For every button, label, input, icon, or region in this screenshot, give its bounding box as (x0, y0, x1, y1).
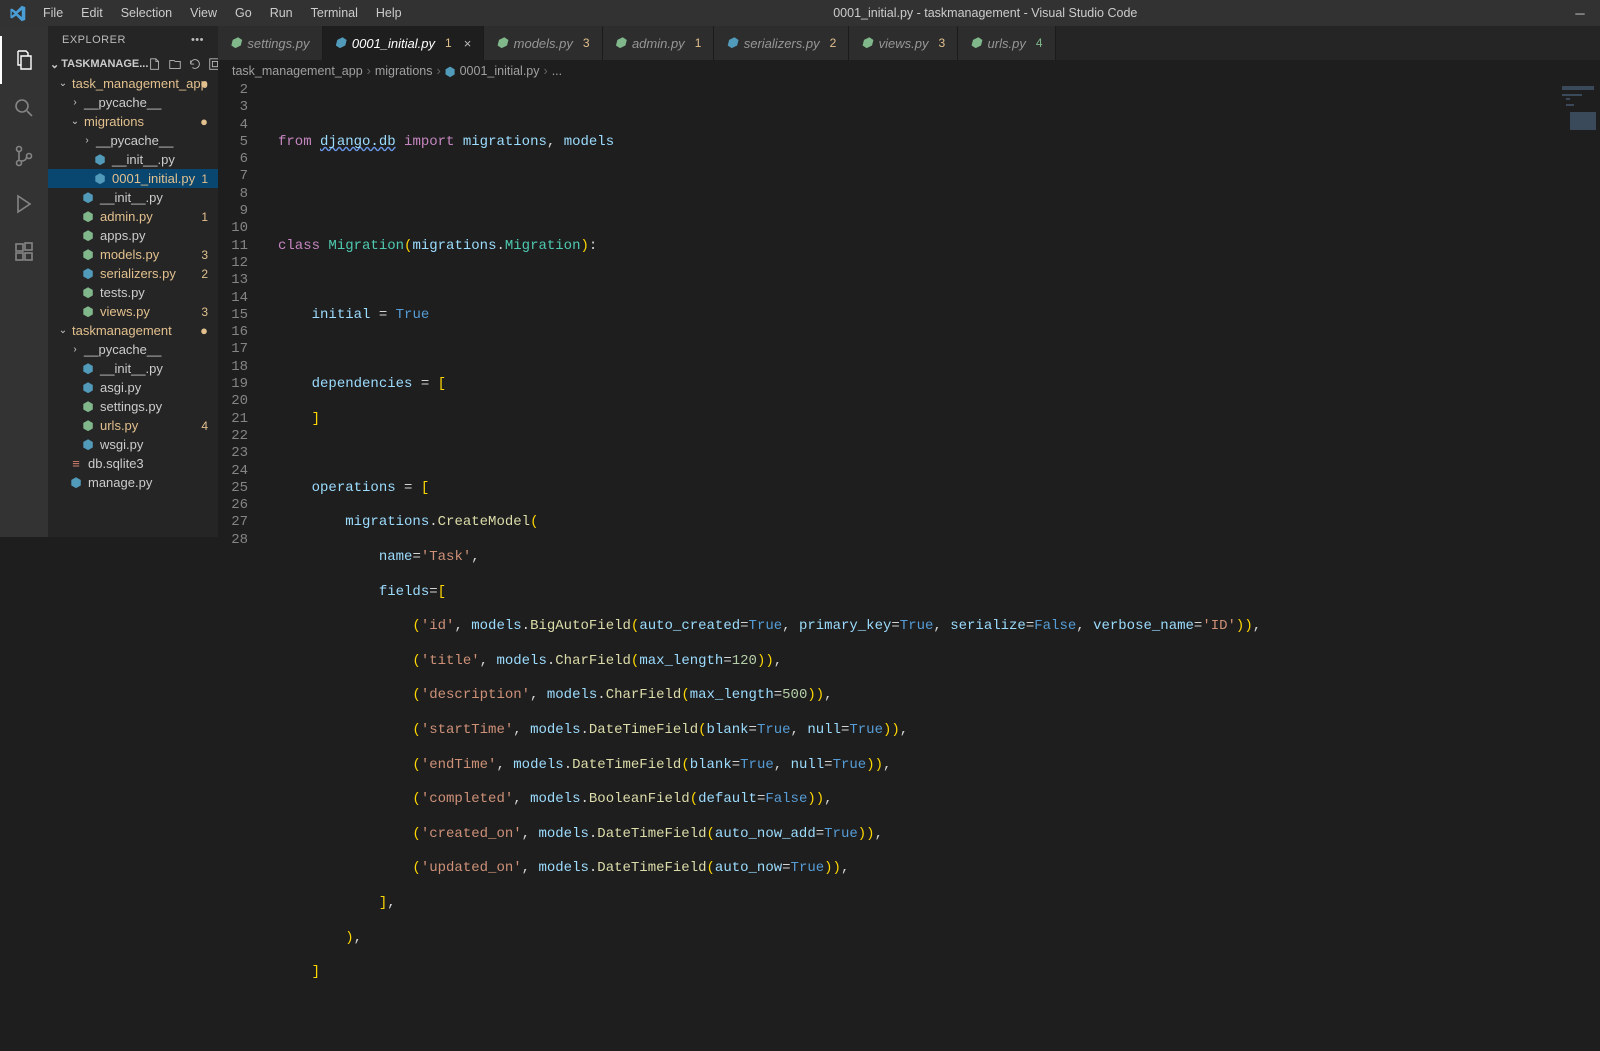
python-icon: ⬢ (726, 35, 737, 51)
menu-help[interactable]: Help (367, 6, 411, 20)
tree-file-admin[interactable]: ⬢admin.py1 (48, 207, 218, 226)
tab-serializers[interactable]: ⬢serializers.py2 (714, 26, 849, 60)
tree-folder-pycache[interactable]: ›__pycache__ (48, 131, 218, 150)
python-icon: ⬢ (80, 437, 96, 453)
activity-extensions-icon[interactable] (0, 228, 48, 276)
window-title: 0001_initial.py - taskmanagement - Visua… (411, 6, 1560, 20)
django-icon: ⬢ (80, 304, 96, 320)
django-icon: ⬢ (970, 35, 981, 51)
django-icon: ⬢ (80, 247, 96, 263)
activity-run-debug-icon[interactable] (0, 180, 48, 228)
menu-terminal[interactable]: Terminal (302, 6, 367, 20)
python-icon: ⬢ (68, 475, 84, 491)
code-lines[interactable]: from django.db import migrations, models… (278, 82, 1600, 1051)
python-icon: ⬢ (92, 171, 108, 187)
menu-edit[interactable]: Edit (72, 6, 112, 20)
menubar: File Edit Selection View Go Run Terminal… (34, 6, 411, 20)
window-minimize-icon[interactable]: ─ (1560, 6, 1600, 21)
sidebar-more-icon[interactable]: ••• (191, 34, 204, 46)
tree-file-init[interactable]: ⬢__init__.py (48, 150, 218, 169)
refresh-icon[interactable] (188, 57, 202, 71)
close-icon[interactable]: × (464, 36, 472, 51)
tree-file-asgi[interactable]: ⬢asgi.py (48, 378, 218, 397)
tab-bar: ⬢settings.py ⬢0001_initial.py1× ⬢models.… (218, 26, 1600, 60)
tree-file-tests[interactable]: ⬢tests.py (48, 283, 218, 302)
tree-folder-app[interactable]: ⌄task_management_app● (48, 74, 218, 93)
tree-folder-pycache[interactable]: ›__pycache__ (48, 340, 218, 359)
project-name: TASKMANAGE... (61, 58, 148, 70)
python-icon: ⬢ (80, 361, 96, 377)
line-gutter: 2345678910111213141516171819202122232425… (218, 82, 266, 549)
django-icon: ⬢ (80, 228, 96, 244)
tree-folder-taskmanagement[interactable]: ⌄taskmanagement● (48, 321, 218, 340)
django-icon: ⬢ (496, 35, 507, 51)
breadcrumb-part[interactable]: migrations (375, 64, 433, 78)
django-icon: ⬢ (615, 35, 626, 51)
sidebar: EXPLORER ••• ⌄ TASKMANAGE... ⌄task_manag… (48, 26, 218, 537)
tree-file-0001-initial[interactable]: ⬢0001_initial.py1 (48, 169, 218, 188)
menu-selection[interactable]: Selection (112, 6, 181, 20)
tab-urls[interactable]: ⬢urls.py4 (958, 26, 1055, 60)
vscode-logo-icon (0, 5, 34, 22)
modified-dot-icon: ● (200, 323, 208, 338)
python-icon: ⬢ (80, 380, 96, 396)
tree-file-settings[interactable]: ⬢settings.py (48, 397, 218, 416)
django-icon: ⬢ (80, 418, 96, 434)
tree-file-urls[interactable]: ⬢urls.py4 (48, 416, 218, 435)
tab-settings[interactable]: ⬢settings.py (218, 26, 323, 60)
breadcrumb[interactable]: task_management_app› migrations› ⬢ 0001_… (218, 60, 1600, 82)
python-icon: ⬢ (80, 190, 96, 206)
project-section-header[interactable]: ⌄ TASKMANAGE... (48, 54, 218, 74)
tab-admin[interactable]: ⬢admin.py1 (603, 26, 715, 60)
menu-run[interactable]: Run (261, 6, 302, 20)
menu-go[interactable]: Go (226, 6, 261, 20)
python-icon: ⬢ (80, 266, 96, 282)
tree-file-manage[interactable]: ⬢manage.py (48, 473, 218, 492)
sidebar-header: EXPLORER ••• (48, 26, 218, 54)
tree-folder-pycache[interactable]: ›__pycache__ (48, 93, 218, 112)
tree-folder-migrations[interactable]: ⌄migrations● (48, 112, 218, 131)
tree-file-apps[interactable]: ⬢apps.py (48, 226, 218, 245)
breadcrumb-part[interactable]: task_management_app (232, 64, 363, 78)
tree-file-serializers[interactable]: ⬢serializers.py2 (48, 264, 218, 283)
activity-bar (0, 26, 48, 537)
python-icon: ⬢ (445, 64, 456, 79)
activity-explorer-icon[interactable] (0, 36, 48, 84)
tree-file-views[interactable]: ⬢views.py3 (48, 302, 218, 321)
tree-file-models[interactable]: ⬢models.py3 (48, 245, 218, 264)
activity-search-icon[interactable] (0, 84, 48, 132)
activity-source-control-icon[interactable] (0, 132, 48, 180)
minimap[interactable] (1548, 82, 1600, 537)
file-tree: ⌄task_management_app● ›__pycache__ ⌄migr… (48, 74, 218, 492)
breadcrumb-part[interactable]: ... (552, 64, 562, 78)
database-icon: ≡ (68, 456, 84, 471)
tree-file-db[interactable]: ≡db.sqlite3 (48, 454, 218, 473)
django-icon: ⬢ (80, 285, 96, 301)
tree-file-wsgi[interactable]: ⬢wsgi.py (48, 435, 218, 454)
django-icon: ⬢ (80, 399, 96, 415)
django-icon: ⬢ (80, 209, 96, 225)
python-icon: ⬢ (335, 35, 346, 51)
modified-dot-icon: ● (200, 114, 208, 129)
code-area[interactable]: 2345678910111213141516171819202122232425… (218, 82, 1600, 1051)
menu-file[interactable]: File (34, 6, 72, 20)
django-icon: ⬢ (861, 35, 872, 51)
new-folder-icon[interactable] (168, 57, 182, 71)
modified-dot-icon: ● (200, 76, 208, 91)
menu-view[interactable]: View (181, 6, 226, 20)
sidebar-title: EXPLORER (62, 34, 126, 46)
breadcrumb-part[interactable]: 0001_initial.py (460, 64, 540, 78)
django-icon: ⬢ (230, 35, 241, 51)
titlebar: File Edit Selection View Go Run Terminal… (0, 0, 1600, 26)
tab-views[interactable]: ⬢views.py3 (849, 26, 958, 60)
tree-file-init[interactable]: ⬢__init__.py (48, 359, 218, 378)
editor: ⬢settings.py ⬢0001_initial.py1× ⬢models.… (218, 26, 1600, 537)
new-file-icon[interactable] (148, 57, 162, 71)
tab-models[interactable]: ⬢models.py3 (484, 26, 602, 60)
tree-file-init[interactable]: ⬢__init__.py (48, 188, 218, 207)
tab-0001-initial[interactable]: ⬢0001_initial.py1× (323, 26, 485, 60)
python-icon: ⬢ (92, 152, 108, 168)
